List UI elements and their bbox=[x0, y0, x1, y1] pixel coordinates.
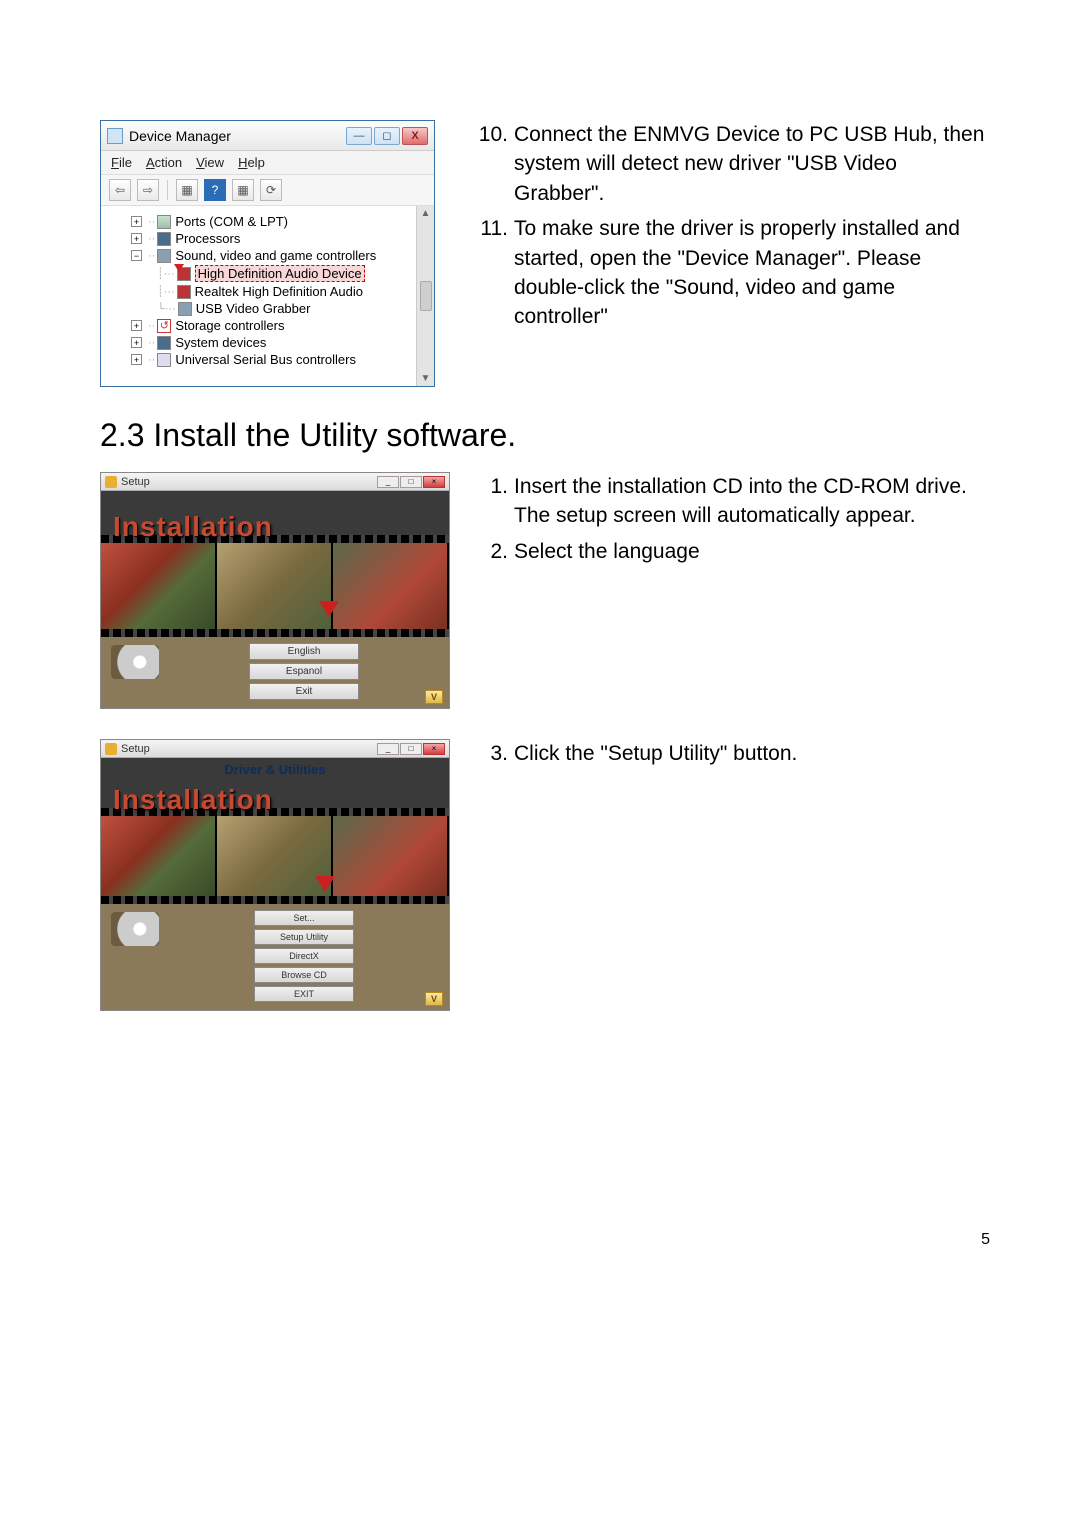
tree-usb-grabber[interactable]: USB Video Grabber bbox=[196, 301, 311, 316]
browse-cd-button[interactable]: Browse CD bbox=[254, 967, 354, 983]
device-manager-window: Device Manager — ◻ X File Action View He… bbox=[100, 120, 435, 387]
menu-action[interactable]: Action bbox=[146, 155, 182, 170]
directx-button[interactable]: DirectX bbox=[254, 948, 354, 964]
scroll-thumb[interactable] bbox=[420, 281, 432, 311]
tree-realtek[interactable]: Realtek High Definition Audio bbox=[195, 284, 363, 299]
menu-bar: File Action View Help bbox=[101, 151, 434, 175]
version-badge: V bbox=[425, 690, 443, 704]
hero-banner: Driver & Utilities Installation bbox=[101, 758, 449, 904]
espanol-button[interactable]: Espanol bbox=[249, 663, 359, 680]
setup-icon bbox=[105, 743, 117, 755]
minimize-button[interactable]: _ bbox=[377, 743, 399, 755]
collapse-icon[interactable]: − bbox=[131, 250, 142, 261]
hero-title: Installation bbox=[113, 784, 273, 816]
audio-device-icon bbox=[177, 285, 191, 299]
disc-icon bbox=[111, 645, 159, 679]
toolbar-btn-1[interactable]: ▦ bbox=[176, 179, 198, 201]
close-button[interactable]: X bbox=[402, 127, 428, 145]
hero-subtitle: Driver & Utilities bbox=[101, 762, 449, 777]
device-tree: +·· Ports (COM & LPT) +·· Processors −·· bbox=[101, 206, 416, 386]
scroll-up-icon[interactable]: ▲ bbox=[421, 208, 431, 219]
maximize-button[interactable]: □ bbox=[400, 743, 422, 755]
maximize-button[interactable]: □ bbox=[400, 476, 422, 488]
expand-icon[interactable]: + bbox=[131, 233, 142, 244]
setup-window-utility: Setup _ □ × Driver & Utilities Installat… bbox=[100, 739, 450, 1011]
expand-icon[interactable]: + bbox=[131, 337, 142, 348]
setup-driver-button[interactable]: Set... bbox=[254, 910, 354, 926]
system-icon bbox=[157, 336, 171, 350]
audio-device-icon bbox=[178, 302, 192, 316]
exit-button[interactable]: EXIT bbox=[254, 986, 354, 1002]
step-2: 2.Select the language bbox=[478, 537, 990, 566]
red-arrow-icon bbox=[315, 876, 335, 892]
menu-file[interactable]: File bbox=[111, 155, 132, 170]
tree-storage[interactable]: Storage controllers bbox=[175, 318, 284, 333]
maximize-button[interactable]: ◻ bbox=[374, 127, 400, 145]
tree-ports[interactable]: Ports (COM & LPT) bbox=[175, 214, 288, 229]
menu-view[interactable]: View bbox=[196, 155, 224, 170]
setup-utility-button[interactable]: Setup Utility bbox=[254, 929, 354, 945]
window-title: Setup bbox=[121, 476, 377, 488]
expand-icon[interactable]: + bbox=[131, 216, 142, 227]
forward-button[interactable]: ⇨ bbox=[137, 179, 159, 201]
usb-icon bbox=[157, 353, 171, 367]
setup-window-language: Setup _ □ × Installation bbox=[100, 472, 450, 709]
page-number: 5 bbox=[100, 1231, 990, 1249]
toolbar-btn-3[interactable]: ⟳ bbox=[260, 179, 282, 201]
step-3: 3.Click the "Setup Utility" button. bbox=[478, 739, 990, 768]
sound-icon bbox=[157, 249, 171, 263]
english-button[interactable]: English bbox=[249, 643, 359, 660]
port-icon bbox=[157, 215, 171, 229]
section-heading: 2.3 Install the Utility software. bbox=[100, 417, 990, 454]
window-title: Setup bbox=[121, 743, 377, 755]
disc-icon bbox=[111, 912, 159, 946]
step-11: 11.To make sure the driver is properly i… bbox=[478, 214, 990, 332]
storage-icon bbox=[157, 319, 171, 333]
titlebar: Device Manager — ◻ X bbox=[101, 121, 434, 151]
app-icon bbox=[107, 128, 123, 144]
expand-icon[interactable]: + bbox=[131, 354, 142, 365]
tree-system[interactable]: System devices bbox=[175, 335, 266, 350]
minimize-button[interactable]: _ bbox=[377, 476, 399, 488]
expand-icon[interactable]: + bbox=[131, 320, 142, 331]
tree-usb-ctrl[interactable]: Universal Serial Bus controllers bbox=[175, 352, 356, 367]
tree-processors[interactable]: Processors bbox=[175, 231, 240, 246]
close-button[interactable]: × bbox=[423, 476, 445, 488]
close-button[interactable]: × bbox=[423, 743, 445, 755]
step-10: 10.Connect the ENMVG Device to PC USB Hu… bbox=[478, 120, 990, 208]
step-1: 1.Insert the installation CD into the CD… bbox=[478, 472, 990, 531]
tree-sound[interactable]: Sound, video and game controllers bbox=[175, 248, 376, 263]
processor-icon bbox=[157, 232, 171, 246]
setup-icon bbox=[105, 476, 117, 488]
titlebar: Setup _ □ × bbox=[101, 740, 449, 758]
red-arrow-icon bbox=[319, 601, 339, 617]
toolbar-btn-2[interactable]: ▦ bbox=[232, 179, 254, 201]
scrollbar[interactable]: ▲ ▼ bbox=[416, 206, 434, 386]
exit-button[interactable]: Exit bbox=[249, 683, 359, 700]
window-title: Device Manager bbox=[129, 128, 346, 144]
toolbar: ⇦ ⇨ ▦ ? ▦ ⟳ bbox=[101, 175, 434, 206]
version-badge: V bbox=[425, 992, 443, 1006]
minimize-button[interactable]: — bbox=[346, 127, 372, 145]
menu-help[interactable]: Help bbox=[238, 155, 265, 170]
hero-banner: Installation bbox=[101, 491, 449, 637]
back-button[interactable]: ⇦ bbox=[109, 179, 131, 201]
scroll-down-icon[interactable]: ▼ bbox=[421, 373, 431, 384]
tree-hd-audio[interactable]: High Definition Audio Device bbox=[195, 265, 365, 282]
hero-title: Installation bbox=[113, 511, 273, 543]
audio-device-icon bbox=[177, 267, 191, 281]
titlebar: Setup _ □ × bbox=[101, 473, 449, 491]
toolbar-help-icon[interactable]: ? bbox=[204, 179, 226, 201]
